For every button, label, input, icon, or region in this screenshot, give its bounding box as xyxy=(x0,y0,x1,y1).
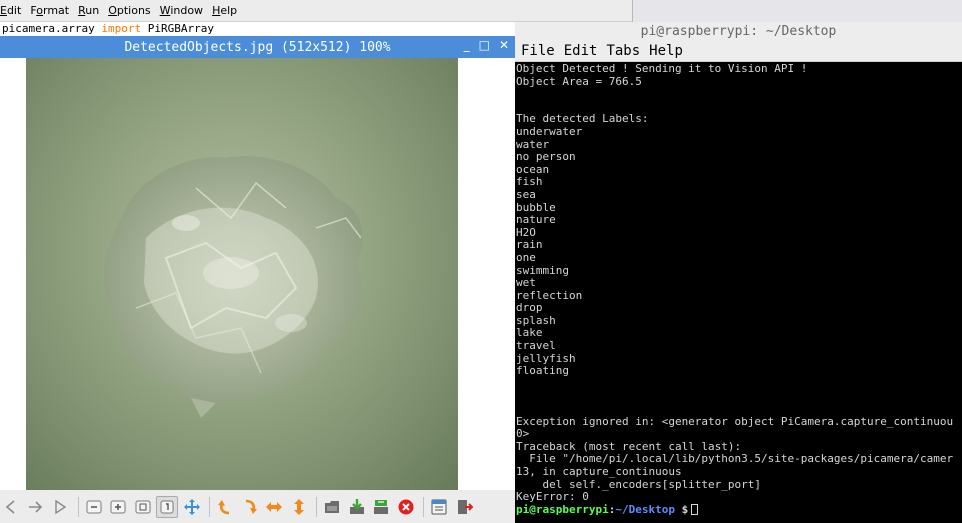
terminal-line: nature xyxy=(516,213,556,227)
maximize-icon[interactable]: □ xyxy=(479,38,490,52)
terminal-line: drop xyxy=(516,301,543,315)
zoom-in-icon[interactable] xyxy=(107,496,129,518)
image-viewer-window: DetectedObjects.jpg (512x512) 100% _ □ ✕ xyxy=(0,36,515,523)
preferences-icon[interactable] xyxy=(428,496,450,518)
terminal-line: jellyfish xyxy=(516,351,576,365)
prompt-path: ~/Desktop xyxy=(615,502,675,516)
save-as-icon[interactable] xyxy=(370,496,392,518)
terminal-menu-file[interactable]: File xyxy=(521,43,555,59)
slideshow-icon[interactable] xyxy=(49,496,71,518)
editor-code-line[interactable]: picamera.array import PiRGBArray xyxy=(0,22,515,36)
terminal-line: lake xyxy=(516,326,543,340)
save-file-icon[interactable] xyxy=(346,496,368,518)
menu-run[interactable]: Run xyxy=(78,4,99,17)
zoom-original-icon[interactable] xyxy=(156,495,178,518)
next-icon[interactable] xyxy=(25,496,47,518)
delete-icon[interactable] xyxy=(395,496,417,518)
terminal-line: Object Detected ! Sending it to Vision A… xyxy=(516,63,808,75)
terminal-menubar: File Edit Tabs Help xyxy=(515,41,962,62)
background-window-strip xyxy=(632,0,962,22)
menu-edit[interactable]: Edit xyxy=(0,4,21,17)
terminal-line: travel xyxy=(516,339,556,353)
viewer-title: DetectedObjects.jpg (512x512) 100% xyxy=(124,39,391,55)
fullscreen-icon[interactable] xyxy=(181,496,203,518)
detected-object-photo xyxy=(26,58,458,490)
close-icon[interactable]: ✕ xyxy=(499,38,509,52)
terminal-line: swimming xyxy=(516,263,569,277)
terminal-line: wet xyxy=(516,276,536,290)
open-file-icon[interactable] xyxy=(321,496,343,518)
terminal-line: H2O xyxy=(516,225,536,239)
quit-icon[interactable] xyxy=(453,496,475,518)
toolbar-separator xyxy=(423,496,424,517)
prompt-symbol: $ xyxy=(674,502,689,516)
terminal-line: fish xyxy=(516,175,543,189)
terminal-line: 0> xyxy=(516,427,530,441)
terminal-menu-edit[interactable]: Edit xyxy=(564,43,598,59)
menu-help[interactable]: Help xyxy=(212,4,237,17)
terminal-line: The detected Labels: xyxy=(516,112,649,126)
terminal-line: underwater xyxy=(516,124,583,138)
terminal-output[interactable]: Object Detected ! Sending it to Vision A… xyxy=(515,63,962,523)
terminal-titlebar[interactable]: pi@raspberrypi: ~/Desktop xyxy=(515,22,962,41)
terminal-line: ocean xyxy=(516,162,550,176)
terminal-window: pi@raspberrypi: ~/Desktop File Edit Tabs… xyxy=(515,22,962,523)
toolbar-separator xyxy=(209,496,210,517)
flip-vertical-icon[interactable] xyxy=(288,496,310,518)
terminal-line: Exception ignored in: <generator object … xyxy=(516,414,954,428)
zoom-fit-icon[interactable] xyxy=(132,496,154,518)
terminal-menu-tabs[interactable]: Tabs xyxy=(606,43,640,59)
terminal-line: splash xyxy=(516,313,556,327)
terminal-prompt-line[interactable]: pi@raspberrypi:~/Desktop $ xyxy=(516,502,962,517)
terminal-menu-help[interactable]: Help xyxy=(649,43,683,59)
viewer-toolbar xyxy=(0,490,515,523)
terminal-line: bubble xyxy=(516,200,556,214)
editor-menubar: Edit Format Run Options Window Help xyxy=(0,0,632,22)
menu-options[interactable]: Options xyxy=(108,4,150,17)
terminal-title: pi@raspberrypi: ~/Desktop xyxy=(640,24,837,39)
terminal-line: Object Area = 766.5 xyxy=(516,74,642,88)
rotate-right-icon[interactable] xyxy=(239,496,261,518)
terminal-line: rain xyxy=(516,238,543,252)
flip-horizontal-icon[interactable] xyxy=(263,496,285,518)
menu-window[interactable]: Window xyxy=(160,4,203,17)
minimize-icon[interactable]: _ xyxy=(464,38,470,52)
terminal-line: sea xyxy=(516,187,536,201)
terminal-line: 13, in capture_continuous xyxy=(516,465,682,478)
prev-icon[interactable] xyxy=(0,496,22,518)
terminal-line: floating xyxy=(516,364,569,378)
prompt-user: pi@raspberrypi xyxy=(516,502,609,516)
toolbar-separator xyxy=(316,496,317,517)
zoom-out-icon[interactable] xyxy=(83,496,105,518)
rotate-left-icon[interactable] xyxy=(214,496,236,518)
menu-format[interactable]: Format xyxy=(30,4,69,17)
terminal-line: water xyxy=(516,137,550,151)
terminal-cursor xyxy=(691,503,699,515)
terminal-line: reflection xyxy=(516,288,583,302)
terminal-line: no person xyxy=(516,150,576,164)
viewer-canvas xyxy=(0,58,515,490)
viewer-titlebar[interactable]: DetectedObjects.jpg (512x512) 100% _ □ ✕ xyxy=(0,36,515,58)
toolbar-separator xyxy=(77,496,79,517)
terminal-line: one xyxy=(516,250,536,264)
